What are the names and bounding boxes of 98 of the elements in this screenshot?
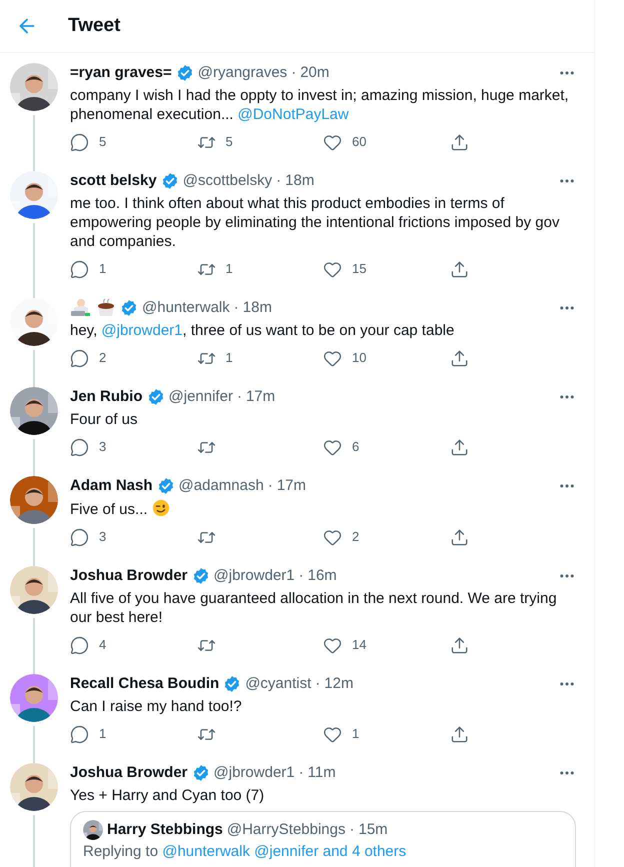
share-icon[interactable] xyxy=(450,528,468,546)
tweet-text: company I wish I had the oppty to invest in; amazing mission, huge market, phenomenal execution... @DoNotPayLaw xyxy=(70,86,570,124)
reply-icon[interactable] xyxy=(70,348,89,368)
timestamp: 16m xyxy=(308,566,337,586)
separator-dot: · xyxy=(298,566,304,586)
like-icon[interactable] xyxy=(323,438,342,456)
handle: @jennifer xyxy=(168,386,233,407)
verified-badge-icon xyxy=(120,299,138,317)
action-count: 1 xyxy=(226,260,233,278)
share-icon[interactable] xyxy=(450,260,468,278)
action-count: 5 xyxy=(99,133,106,152)
separator-dot: · xyxy=(236,386,242,407)
timestamp: 15m xyxy=(358,820,388,840)
tweet-text: Five of us... xyxy=(70,499,576,519)
display-name: Recall Chesa Boudin xyxy=(70,674,220,694)
like-icon[interactable] xyxy=(323,528,342,546)
action-count: 1 xyxy=(226,349,233,368)
coffee-emoji-icon xyxy=(96,298,116,318)
like-icon[interactable] xyxy=(323,132,342,152)
action-count: 10 xyxy=(352,349,366,368)
tweet-text: hey, @jbrowder1, three of us want to be on your cap table xyxy=(70,321,456,340)
timestamp: 20m xyxy=(300,62,330,83)
separator-dot: · xyxy=(315,674,320,694)
separator-dot: · xyxy=(298,762,304,783)
like-icon[interactable] xyxy=(323,636,342,654)
verified-badge-icon xyxy=(146,388,165,406)
replying-to-text: Replying to @hunterwalk @jennifer and 4 others xyxy=(83,842,408,860)
verified-badge-icon xyxy=(156,477,175,495)
display-name: Joshua Browder xyxy=(70,566,188,586)
display-name: Joshua Browder xyxy=(70,762,188,783)
timestamp: 17m xyxy=(276,476,306,496)
display-name: Jen Rubio xyxy=(70,386,143,407)
action-count: 14 xyxy=(352,636,366,654)
handle: @cyantist xyxy=(245,674,312,694)
separator-dot: · xyxy=(276,170,282,191)
verified-badge-icon xyxy=(192,764,210,782)
timestamp: 17m xyxy=(246,386,276,407)
display-name: scott belsky xyxy=(70,170,157,191)
handle: @adamnash xyxy=(178,476,264,496)
action-count: 4 xyxy=(99,636,106,654)
timestamp: 11m xyxy=(308,762,336,783)
like-icon[interactable] xyxy=(323,724,342,744)
mention-link[interactable]: @DoNotPayLaw xyxy=(238,106,349,123)
separator-dot: · xyxy=(268,476,273,496)
action-count: 15 xyxy=(352,260,366,278)
page-title: Tweet xyxy=(68,14,120,38)
technologist-emoji-icon xyxy=(70,298,92,318)
quoted-tweet[interactable]: Harry Stebbings @HarryStebbings · 15m Replying to @hunterwalk @jennifer and 4 others xyxy=(70,811,576,867)
reply-targets-link[interactable]: @hunterwalk @jennifer and 4 others xyxy=(162,842,406,860)
action-count: 1 xyxy=(352,725,360,744)
timestamp: 18m xyxy=(242,298,272,318)
action-count: 1 xyxy=(99,725,106,744)
reply-icon[interactable] xyxy=(70,724,89,744)
handle: @ryangraves xyxy=(198,62,288,83)
wink-emoji-icon xyxy=(152,499,170,517)
verified-badge-icon xyxy=(160,172,179,190)
verified-badge-icon xyxy=(223,675,242,693)
display-name: =ryan graves= xyxy=(70,62,172,83)
handle: @jbrowder1 xyxy=(214,762,295,783)
handle: @scottbelsky xyxy=(182,170,272,191)
tweet-text: All five of you have guaranteed allocation in the next round. We are trying our best here! xyxy=(70,589,558,627)
display-name: Adam Nash xyxy=(70,476,153,496)
share-icon[interactable] xyxy=(450,724,468,744)
action-count: 3 xyxy=(99,528,106,546)
separator-dot: · xyxy=(234,298,239,318)
reply-icon[interactable] xyxy=(70,260,89,278)
timestamp: 18m xyxy=(285,170,314,191)
tweet-text: Four of us xyxy=(70,410,139,429)
separator-dot: · xyxy=(349,820,354,840)
action-count: 2 xyxy=(352,528,360,546)
display-name: Harry Stebbings xyxy=(107,820,223,840)
action-count: 60 xyxy=(352,133,366,152)
timestamp: 12m xyxy=(324,674,354,694)
action-count: 6 xyxy=(352,438,360,456)
verified-badge-icon xyxy=(192,567,210,585)
reply-icon[interactable] xyxy=(70,438,89,456)
tweet-text: Yes + Harry and Cyan too (7) xyxy=(70,786,266,805)
tweet-text: me too. I think often about what this product embodies in terms of empowering people by eliminating the intentional frictions imposed by gov and companies. xyxy=(70,194,560,251)
handle: @hunterwalk xyxy=(142,298,230,318)
like-icon[interactable] xyxy=(323,348,342,368)
handle: @HarryStebbings xyxy=(226,820,346,840)
reply-icon[interactable] xyxy=(70,636,89,654)
share-icon[interactable] xyxy=(450,438,468,456)
reply-icon[interactable] xyxy=(70,132,89,152)
action-count: 3 xyxy=(99,438,106,456)
action-count: 1 xyxy=(99,260,106,278)
reply-icon[interactable] xyxy=(70,528,89,546)
action-count: 5 xyxy=(226,133,233,152)
share-icon[interactable] xyxy=(450,636,468,654)
action-count: 2 xyxy=(99,349,106,368)
verified-badge-icon xyxy=(176,64,194,82)
share-icon[interactable] xyxy=(450,348,468,368)
handle: @jbrowder1 xyxy=(214,566,295,586)
like-icon[interactable] xyxy=(323,260,342,278)
tweet-text: Can I raise my hand too!? xyxy=(70,697,243,716)
share-icon[interactable] xyxy=(450,132,468,152)
mention-link[interactable]: @jbrowder1 xyxy=(101,322,182,339)
separator-dot: · xyxy=(291,62,296,83)
